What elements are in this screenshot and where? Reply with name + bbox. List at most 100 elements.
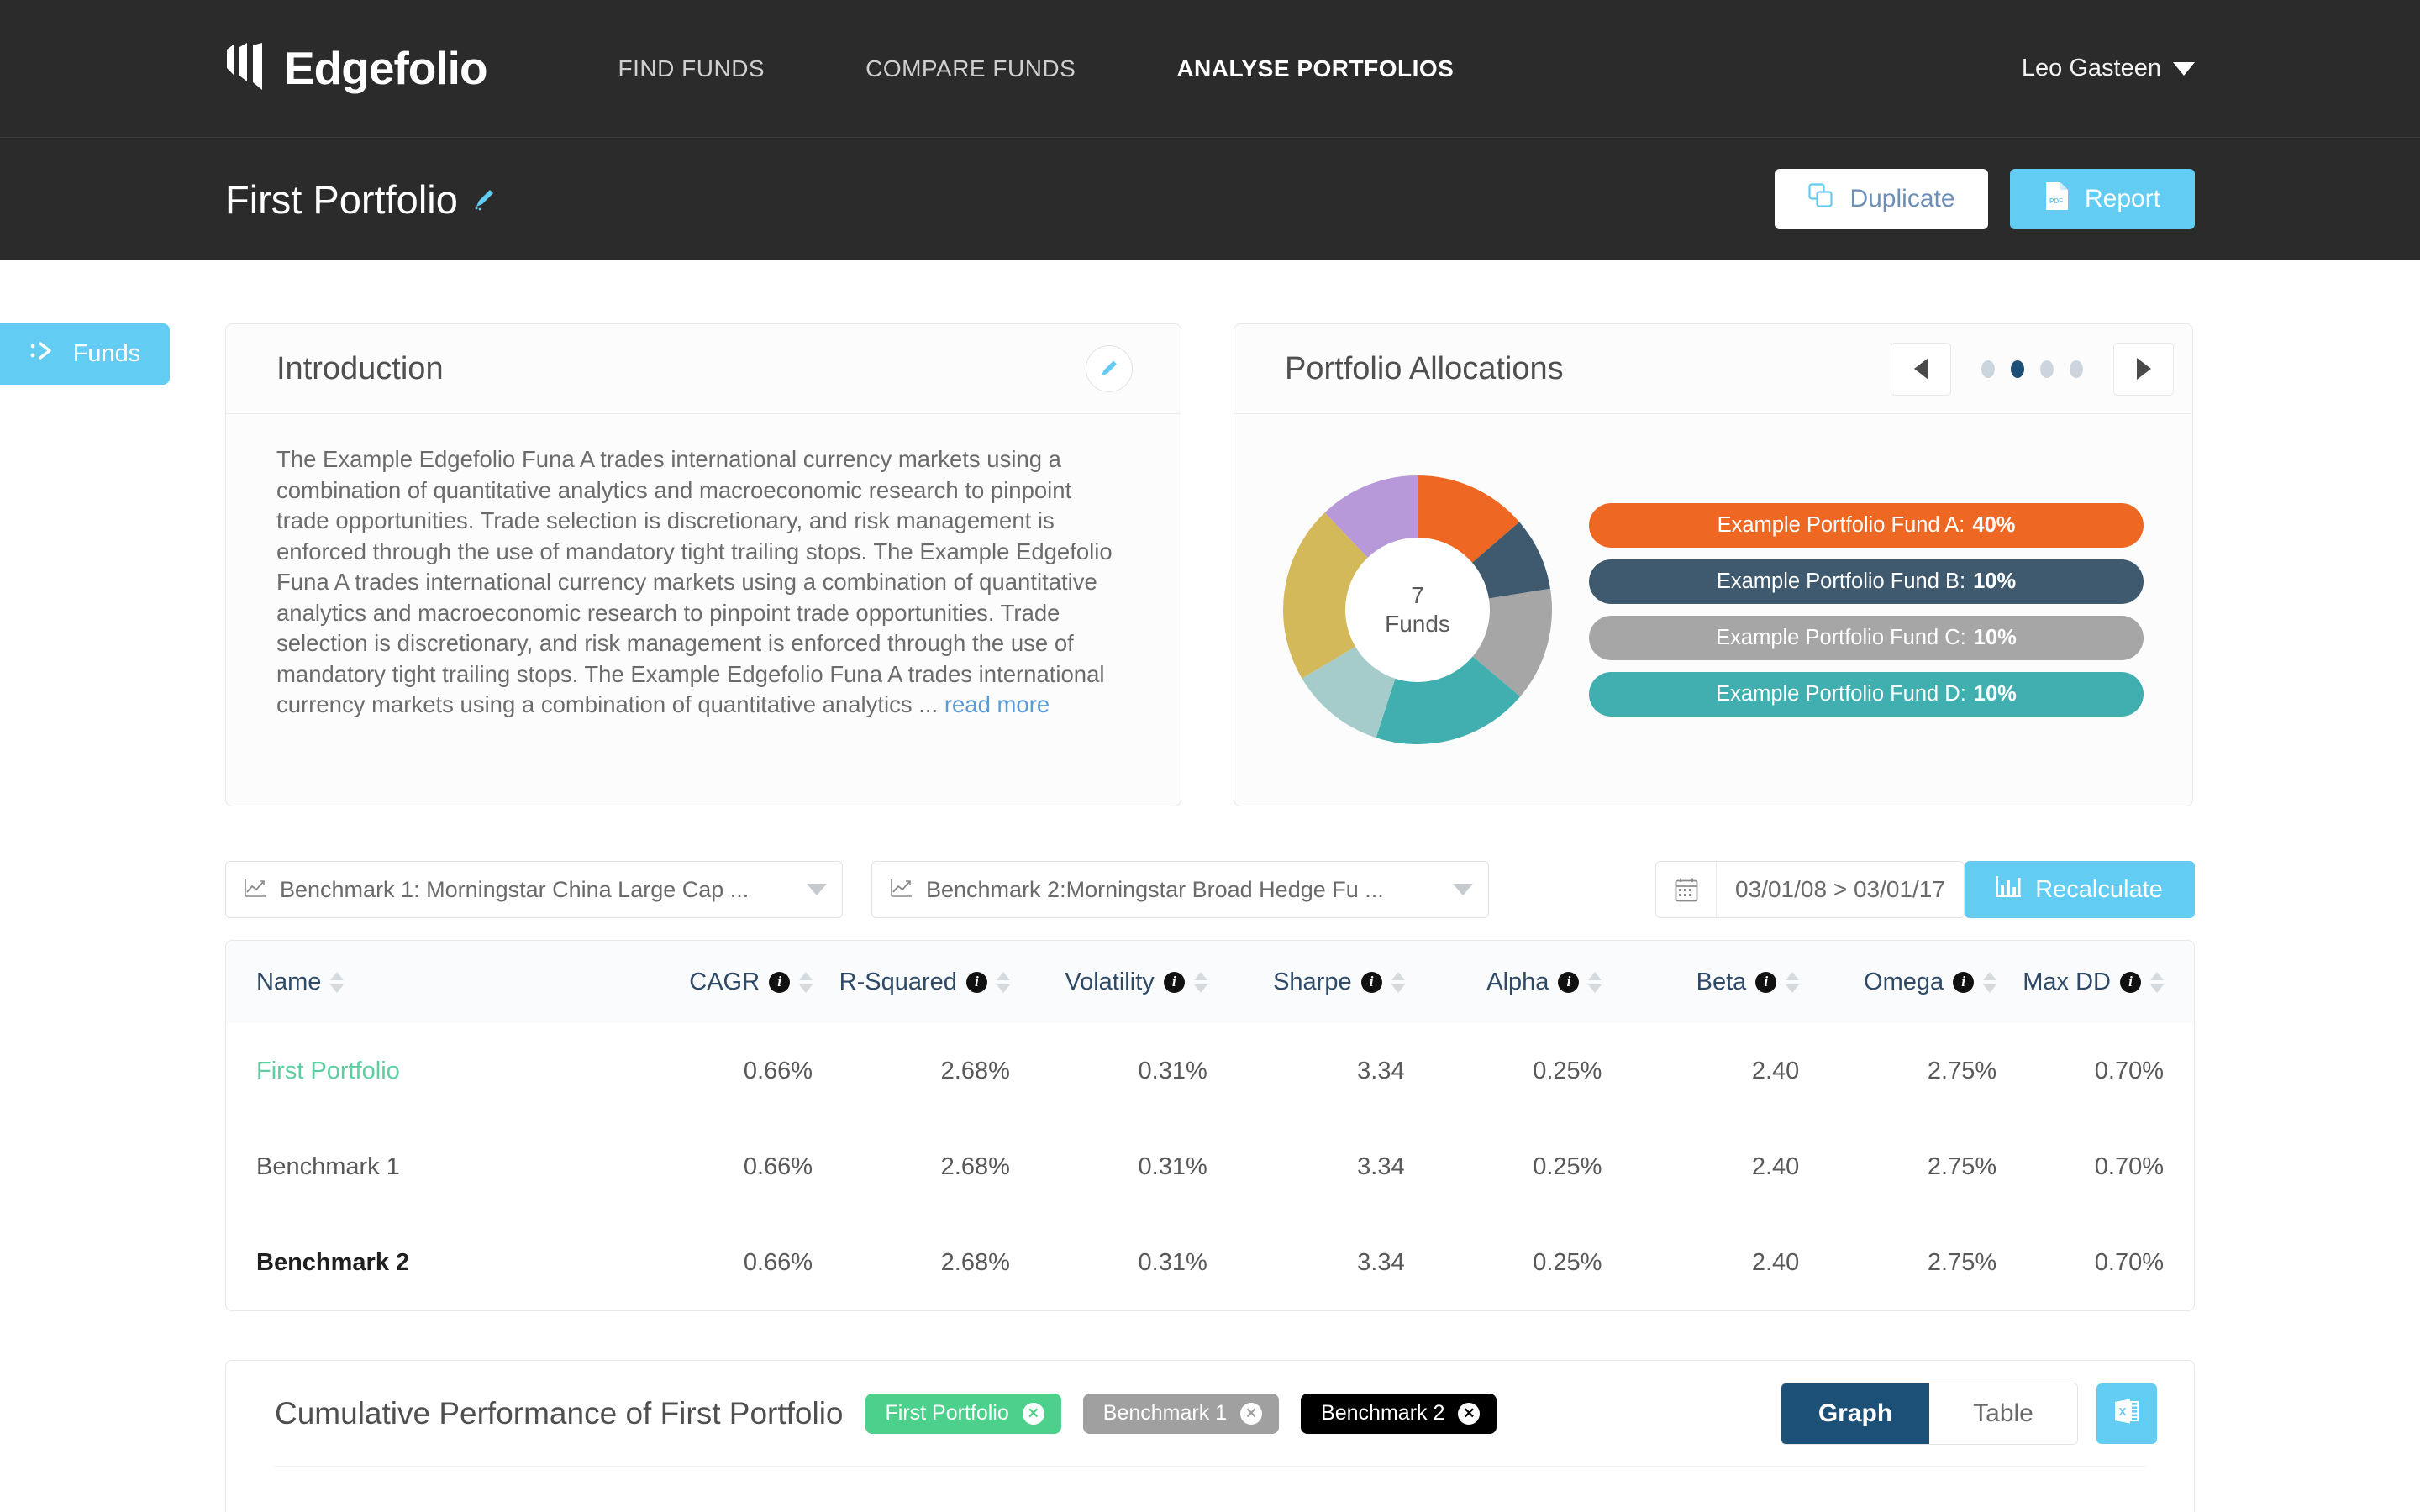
introduction-text: The Example Edgefolio Funa A trades inte… [276,446,1113,717]
cell-beta: 2.40 [1751,1057,1800,1084]
series-pill-benchmark-1[interactable]: Benchmark 1 ✕ [1082,1393,1280,1434]
table-row[interactable]: Benchmark 2 0.66% 2.68% 0.31% 3.34 0.25%… [226,1215,2194,1310]
info-icon-alpha[interactable]: i [1558,971,1580,993]
column-label-r-squared: R-Squared [839,968,957,995]
table-row[interactable]: First Portfolio 0.66% 2.68% 0.31% 3.34 0… [226,1023,2194,1119]
introduction-card: Introduction The Example Edgefolio Funa … [225,323,1181,806]
edit-pencil-icon[interactable] [471,186,497,212]
row-name-first-portfolio[interactable]: First Portfolio [226,1023,615,1119]
sort-toggle-volatility[interactable] [1193,971,1207,993]
duplicate-button[interactable]: Duplicate [1775,169,1988,229]
portfolio-allocations-card: Portfolio Allocations 7 Funds Example Po… [1234,323,2193,806]
benchmark-2-select[interactable]: Benchmark 2:Morningstar Broad Hedge Fu .… [871,861,1489,918]
carousel-prev-button[interactable] [1891,342,1951,396]
export-excel-button[interactable]: X [2096,1383,2157,1444]
carousel-dot-1[interactable] [1981,360,1995,378]
column-label-alpha: Alpha [1486,968,1549,995]
sort-toggle-beta[interactable] [1786,971,1800,993]
column-header-alpha[interactable]: Alpha i [1405,941,1602,1023]
table-row[interactable]: Benchmark 1 0.66% 2.68% 0.31% 3.34 0.25%… [226,1119,2194,1215]
funds-tab-label: Funds [72,340,141,367]
sort-toggle-r-squared[interactable] [996,971,1010,993]
introduction-edit-button[interactable] [1086,345,1133,392]
allocations-legend: Example Portfolio Fund A: 40% Example Por… [1589,503,2144,717]
header-action-buttons: Duplicate PDF Report [1775,169,2195,229]
page-title: First Portfolio [225,176,497,223]
brand-logo[interactable]: Edgefolio [225,42,488,94]
calendar-icon [1656,862,1717,917]
sort-toggle-omega[interactable] [1983,971,1997,993]
legend-label-fund-c: Example Portfolio Fund C: [1716,626,1966,649]
column-header-beta[interactable]: Beta i [1602,941,1800,1023]
cell-omega: 2.75% [1927,1248,1997,1276]
info-icon-cagr[interactable]: i [769,971,791,993]
remove-series-icon-first-portfolio[interactable]: ✕ [1022,1402,1044,1425]
sort-toggle-sharpe[interactable] [1391,971,1405,993]
remove-series-icon-benchmark-2[interactable]: ✕ [1458,1402,1481,1425]
allocations-donut-chart: 7 Funds [1283,475,1552,745]
chart-line-icon [891,877,913,903]
carousel-dot-3[interactable] [2040,360,2054,378]
cell-omega: 2.75% [1927,1152,1997,1180]
column-header-volatility[interactable]: Volatility i [1010,941,1207,1023]
brand-name: Edgefolio [284,42,488,94]
cell-cagr: 0.66% [743,1152,813,1180]
column-label-name: Name [256,968,322,995]
allocations-card-header: Portfolio Allocations [1234,324,2192,414]
column-header-name[interactable]: Name [226,941,615,1023]
info-icon-r-squared[interactable]: i [965,971,987,993]
remove-series-icon-benchmark-1[interactable]: ✕ [1240,1402,1263,1425]
cell-volatility: 0.31% [1138,1057,1207,1084]
row-name-benchmark-1[interactable]: Benchmark 1 [226,1119,615,1215]
report-label: Report [2084,185,2161,213]
svg-text:X: X [2119,1405,2127,1418]
legend-value-fund-b: 10% [1973,570,2017,593]
sort-toggle-max-dd[interactable] [2150,971,2164,993]
carousel-dot-2[interactable] [2011,360,2024,378]
info-icon-sharpe[interactable]: i [1360,971,1382,993]
benchmark-1-value: Benchmark 1: Morningstar China Large Cap… [280,876,750,902]
read-more-link[interactable]: read more [944,691,1050,717]
sidebar-funds-tab[interactable]: Funds [0,323,170,385]
user-menu[interactable]: Leo Gasteen [2022,55,2195,82]
sort-toggle-name[interactable] [330,971,345,993]
sort-toggle-cagr[interactable] [799,971,813,993]
date-range-picker[interactable]: 03/01/08 > 03/01/17 [1655,861,1965,918]
benchmark-1-select[interactable]: Benchmark 1: Morningstar China Large Cap… [225,861,843,918]
cell-beta: 2.40 [1751,1248,1800,1276]
series-pill-first-portfolio[interactable]: First Portfolio ✕ [865,1393,1061,1434]
nav-link-find-funds[interactable]: FIND FUNDS [568,55,816,82]
tab-graph[interactable]: Graph [1781,1383,1929,1444]
tab-table[interactable]: Table [1929,1383,2077,1444]
carousel-dot-4[interactable] [2070,360,2083,378]
column-header-r-squared[interactable]: R-Squared i [813,941,1010,1023]
carousel-next-button[interactable] [2113,342,2174,396]
series-pill-benchmark-2[interactable]: Benchmark 2 ✕ [1301,1393,1497,1434]
info-icon-omega[interactable]: i [1953,971,1975,993]
column-header-max-dd[interactable]: Max DD i [1996,941,2194,1023]
legend-item-fund-d[interactable]: Example Portfolio Fund D: 10% [1589,672,2144,717]
legend-value-fund-a: 40% [1972,513,2016,537]
benchmark-2-value: Benchmark 2:Morningstar Broad Hedge Fu .… [926,876,1384,902]
column-header-omega[interactable]: Omega i [1799,941,1997,1023]
recalculate-label: Recalculate [2035,875,2163,903]
cell-r-squared: 2.68% [940,1152,1010,1180]
column-header-sharpe[interactable]: Sharpe i [1207,941,1405,1023]
info-icon-max-dd[interactable]: i [2120,971,2141,993]
legend-item-fund-a[interactable]: Example Portfolio Fund A: 40% [1589,503,2144,548]
report-button[interactable]: PDF Report [2010,169,2195,229]
row-name-benchmark-2[interactable]: Benchmark 2 [226,1215,615,1310]
nav-link-analyse-portfolios[interactable]: ANALYSE PORTFOLIOS [1126,55,1504,82]
info-icon-beta[interactable]: i [1755,971,1777,993]
recalculate-button[interactable]: Recalculate [1965,861,2195,918]
info-icon-volatility[interactable]: i [1163,971,1185,993]
legend-item-fund-b[interactable]: Example Portfolio Fund B: 10% [1589,559,2144,604]
column-header-cagr[interactable]: CAGR i [615,941,813,1023]
sort-toggle-alpha[interactable] [1588,971,1602,993]
performance-card-header: Cumulative Performance of First Portfoli… [226,1361,2194,1466]
cell-max-dd: 0.70% [2094,1152,2164,1180]
chevron-left-icon [1913,358,1928,380]
nav-link-compare-funds[interactable]: COMPARE FUNDS [815,55,1126,82]
legend-item-fund-c[interactable]: Example Portfolio Fund C: 10% [1589,616,2144,660]
date-range-value: 03/01/08 > 03/01/17 [1735,876,1945,902]
